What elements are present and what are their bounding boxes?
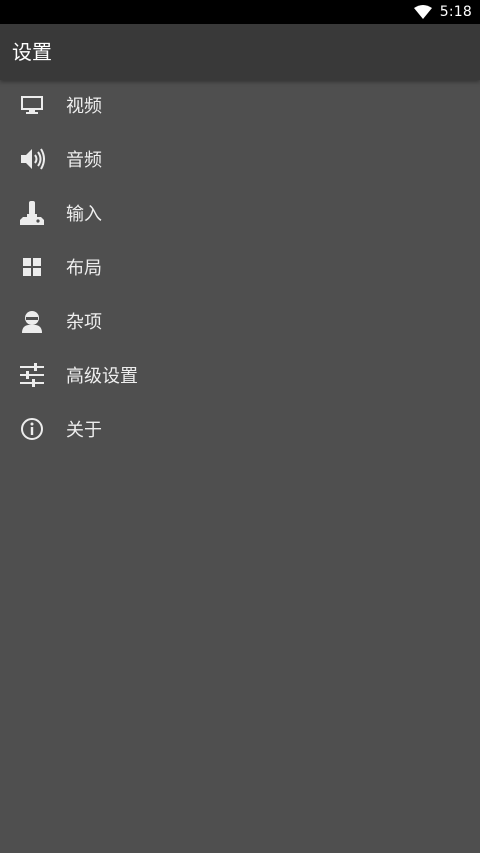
page-title: 设置 bbox=[12, 40, 52, 64]
user-icon bbox=[18, 307, 46, 335]
menu-item-audio[interactable]: 音频 bbox=[0, 132, 480, 186]
monitor-icon bbox=[18, 91, 46, 119]
speaker-icon bbox=[18, 145, 46, 173]
wifi-icon bbox=[413, 5, 432, 19]
menu-item-label: 音频 bbox=[66, 150, 102, 171]
status-right: 5:18 bbox=[413, 0, 472, 24]
info-icon bbox=[18, 415, 46, 443]
menu-item-layout[interactable]: 布局 bbox=[0, 240, 480, 294]
menu-item-misc[interactable]: 杂项 bbox=[0, 294, 480, 348]
menu-item-label: 关于 bbox=[66, 420, 102, 441]
menu-item-label: 杂项 bbox=[66, 312, 102, 333]
sliders-icon bbox=[18, 361, 46, 389]
menu-item-label: 高级设置 bbox=[66, 366, 138, 387]
menu-item-input[interactable]: 输入 bbox=[0, 186, 480, 240]
settings-menu: 视频 音频 输入 布局 杂项 高级设置 关于 bbox=[0, 78, 480, 456]
menu-item-label: 输入 bbox=[66, 204, 102, 225]
menu-item-label: 布局 bbox=[66, 258, 102, 279]
grid-icon bbox=[18, 253, 46, 281]
menu-item-about[interactable]: 关于 bbox=[0, 402, 480, 456]
status-time: 5:18 bbox=[439, 4, 472, 20]
app-bar: 设置 bbox=[0, 24, 480, 80]
joystick-icon bbox=[18, 199, 46, 227]
status-bar: 5:18 bbox=[0, 0, 480, 24]
menu-item-label: 视频 bbox=[66, 96, 102, 117]
menu-item-video[interactable]: 视频 bbox=[0, 78, 480, 132]
menu-item-advanced-settings[interactable]: 高级设置 bbox=[0, 348, 480, 402]
